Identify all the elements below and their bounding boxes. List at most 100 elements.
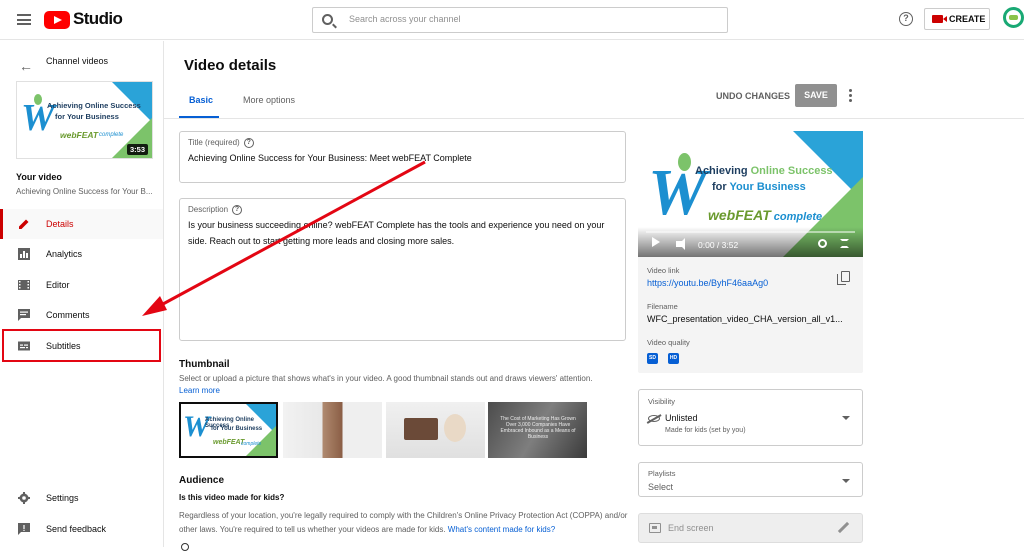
tabs-divider: [164, 118, 1024, 119]
player-brand-text: webFEAT: [708, 207, 771, 223]
save-button[interactable]: SAVE: [795, 84, 837, 107]
audience-section-title: Audience: [179, 475, 225, 486]
avatar[interactable]: [1003, 7, 1024, 28]
settings-gear-icon[interactable]: [818, 239, 827, 248]
sidebar-item-label: Comments: [46, 310, 90, 320]
subtitles-highlight-box: [2, 329, 161, 362]
visibility-value: Unlisted: [665, 413, 698, 423]
create-label: CREATE: [949, 14, 986, 24]
thumbnail-option-2[interactable]: [283, 402, 382, 458]
more-vert-icon[interactable]: [849, 89, 852, 102]
thumb-opt-brand: webFEAT: [213, 439, 245, 446]
playlists-dropdown[interactable]: Playlists Select: [638, 462, 863, 497]
thumb-line1: Achieving Online Success: [47, 101, 141, 110]
end-screen-icon: [649, 523, 661, 533]
search-input[interactable]: Search across your channel: [312, 7, 728, 33]
player-brand: webFEAT complete: [708, 207, 822, 223]
sidebar-item-settings[interactable]: Settings: [0, 483, 163, 513]
volume-icon[interactable]: [676, 238, 685, 250]
tab-basic[interactable]: Basic: [189, 95, 213, 105]
sd-badge-icon: SD: [647, 353, 658, 364]
create-button[interactable]: CREATE: [924, 8, 990, 30]
your-video-title: Achieving Online Success for Your B...: [16, 187, 153, 196]
thumbnail-option-4[interactable]: The Cost of Marketing Has Grown Over 3,0…: [488, 402, 587, 458]
audience-body: Regardless of your location, you're lega…: [179, 509, 629, 537]
thumb-opt-brand-suffix: complete: [241, 441, 262, 447]
learn-more-link[interactable]: Learn more: [179, 386, 220, 395]
bar-chart-icon: [18, 248, 30, 260]
visibility-dropdown[interactable]: Visibility Unlisted Made for kids (set b…: [638, 389, 863, 446]
player-line1b: Online Success: [750, 165, 833, 177]
end-screen-label: End screen: [668, 523, 714, 533]
player-time: 0:00 / 3:52: [698, 240, 739, 250]
sidebar-item-analytics[interactable]: Analytics: [0, 239, 163, 269]
visibility-label: Visibility: [648, 397, 675, 406]
play-icon[interactable]: [652, 237, 660, 247]
search-icon: [322, 14, 333, 25]
channel-videos-link[interactable]: Channel videos: [46, 56, 108, 66]
help-icon[interactable]: ?: [899, 12, 913, 26]
description-field-label-text: Description: [188, 205, 229, 215]
film-icon: [18, 280, 30, 290]
studio-logo-text[interactable]: Studio: [73, 9, 123, 29]
tab-more-options[interactable]: More options: [243, 95, 295, 105]
help-icon[interactable]: ?: [243, 138, 254, 148]
gear-icon: [18, 492, 30, 504]
fullscreen-icon[interactable]: [840, 239, 849, 248]
player-line1: Achieving Online Success: [695, 165, 833, 177]
description-field[interactable]: Description? Is your business succeeding…: [179, 198, 626, 341]
progress-bar[interactable]: [646, 231, 855, 233]
help-icon[interactable]: ?: [232, 205, 243, 215]
thumb-line2: for Your Business: [55, 112, 119, 121]
video-player[interactable]: W Achieving Online Success for Your Busi…: [638, 131, 863, 257]
sidebar-item-editor[interactable]: Editor: [0, 270, 163, 300]
page-title: Video details: [184, 57, 277, 74]
radio-button[interactable]: [181, 543, 189, 551]
copy-icon[interactable]: [837, 271, 850, 285]
sidebar-item-label: Details: [46, 219, 74, 229]
sidebar-video-thumbnail[interactable]: W Achieving Online Success for Your Busi…: [16, 81, 153, 159]
audience-body-text: Regardless of your location, you're lega…: [179, 511, 628, 534]
thumb-brand: webFEAT: [60, 130, 99, 140]
search-placeholder: Search across your channel: [349, 14, 461, 24]
visibility-sub: Made for kids (set by you): [665, 427, 746, 434]
end-screen-row[interactable]: End screen: [638, 513, 863, 543]
title-field-value[interactable]: Achieving Online Success for Your Busine…: [188, 150, 618, 166]
pencil-icon[interactable]: [837, 521, 850, 534]
title-field-label: Title (required)?: [188, 138, 254, 148]
sidebar-item-label: Editor: [46, 280, 70, 290]
description-field-value[interactable]: Is your business succeeding online? webF…: [188, 217, 620, 249]
video-card: W Achieving Online Success for Your Busi…: [638, 131, 863, 373]
title-field[interactable]: Title (required)? Achieving Online Succe…: [179, 131, 626, 183]
your-video-heading: Your video: [16, 172, 62, 182]
top-bar: Studio Search across your channel ? CREA…: [0, 0, 1024, 40]
thumbnail-section-subtitle: Select or upload a picture that shows wh…: [179, 374, 593, 383]
dropdown-arrow-icon: [842, 416, 850, 420]
thumbnail-section-title: Thumbnail: [179, 359, 230, 370]
thumbnail-option-3[interactable]: [386, 402, 485, 458]
menu-icon[interactable]: [17, 14, 31, 25]
thumbnail-option-4-caption: The Cost of Marketing Has Grown Over 3,0…: [500, 416, 576, 440]
back-arrow-icon[interactable]: ←: [19, 58, 33, 74]
sidebar-item-details[interactable]: Details: [0, 209, 163, 239]
thumbnail-option-1[interactable]: W Achieving Online Success for Your Busi…: [179, 402, 278, 458]
thumb-brand-suffix: complete: [99, 132, 124, 138]
sidebar: ← Channel videos W Achieving Online Succ…: [0, 41, 164, 547]
audience-question: Is this video made for kids?: [179, 493, 285, 502]
made-for-kids-link[interactable]: What's content made for kids?: [448, 525, 555, 534]
sidebar-item-feedback[interactable]: Send feedback: [0, 514, 163, 544]
player-brand-suffix: complete: [770, 211, 823, 223]
dropdown-arrow-icon: [842, 479, 850, 483]
video-link[interactable]: https://youtu.be/ByhF46aaAg0: [647, 278, 768, 288]
undo-changes-button[interactable]: UNDO CHANGES: [716, 91, 790, 101]
eye-off-icon: [648, 415, 660, 422]
sidebar-item-comments[interactable]: Comments: [0, 300, 163, 330]
hd-badge-icon: HD: [668, 353, 679, 364]
playlists-label: Playlists: [648, 469, 676, 478]
video-quality-label: Video quality: [647, 338, 690, 347]
title-field-label-text: Title (required): [188, 138, 240, 148]
video-link-label: Video link: [647, 266, 680, 275]
youtube-logo-icon[interactable]: [44, 11, 70, 29]
playlists-value: Select: [648, 482, 674, 492]
comment-icon: [18, 309, 30, 321]
